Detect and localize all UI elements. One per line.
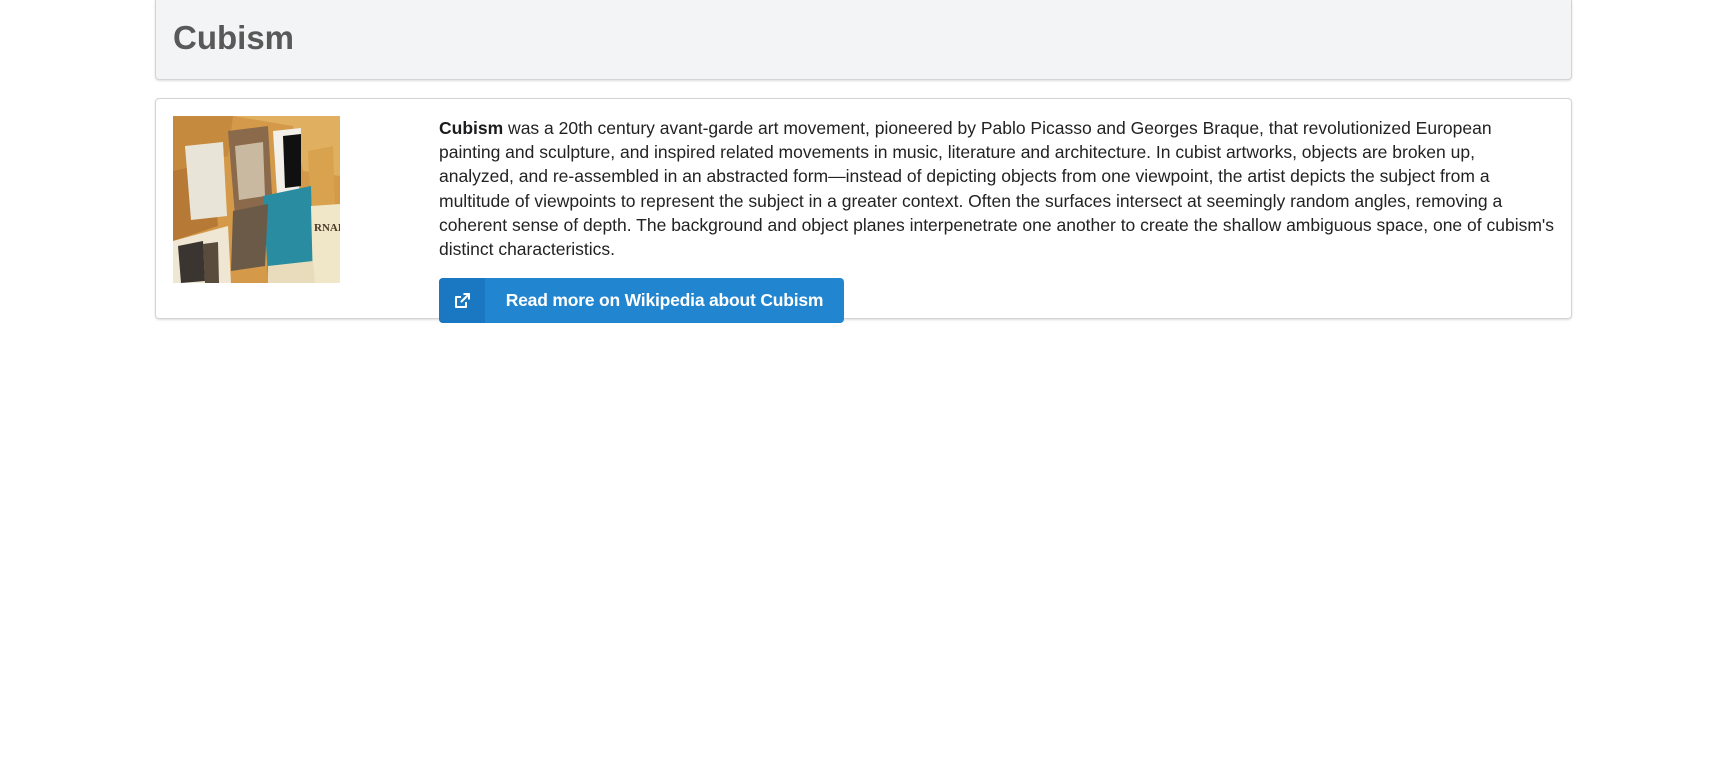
read-more-button-label: Read more on Wikipedia about Cubism	[505, 290, 824, 311]
article-card: RNAL Cubism was a 20th century avant-gar…	[155, 98, 1572, 324]
article-term: Cubism	[439, 118, 504, 138]
header-segment: Cubism	[155, 0, 1572, 80]
read-more-wikipedia-button[interactable]: Read more on Wikipedia about Cubism	[439, 278, 844, 324]
article-text-column: Cubism was a 20th century avant-garde ar…	[439, 116, 1554, 324]
article-description-text: was a 20th century avant-garde art movem…	[439, 118, 1555, 260]
page-title: Cubism	[173, 19, 295, 56]
cubism-painting-thumbnail: RNAL	[173, 116, 340, 283]
article-description: Cubism was a 20th century avant-garde ar…	[439, 116, 1554, 261]
external-link-icon	[439, 278, 485, 324]
thumbnail-lettering: RNAL	[314, 222, 340, 234]
page-container: Cubism RNAL Cubism was a 20th century av…	[155, 0, 1572, 324]
